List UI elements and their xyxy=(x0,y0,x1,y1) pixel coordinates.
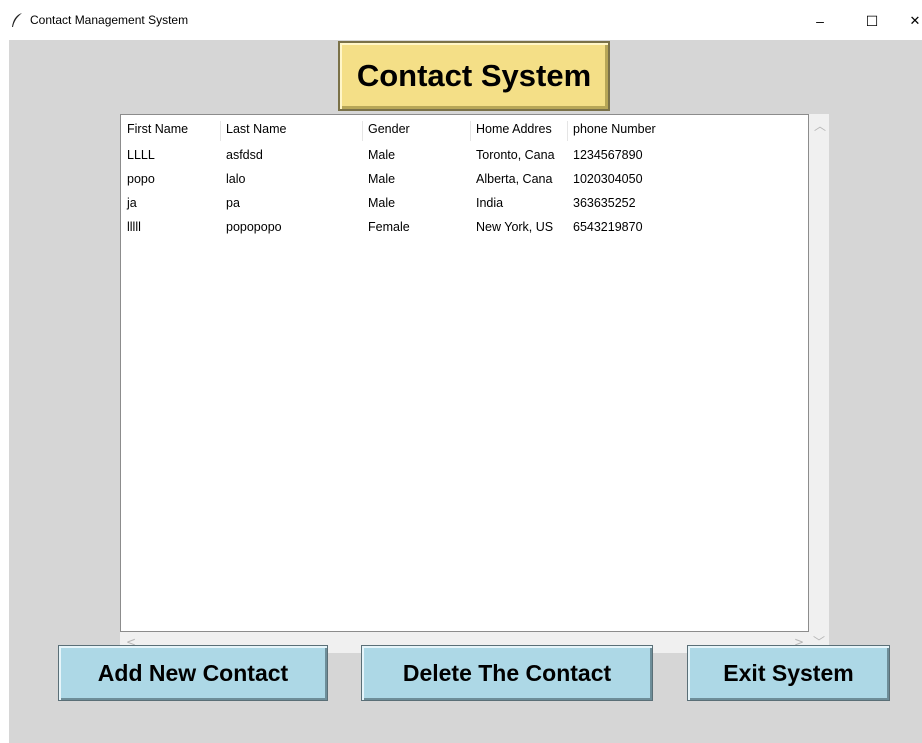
cell-first-name: LLLL xyxy=(127,148,155,162)
cell-phone-number: 1234567890 xyxy=(573,148,643,162)
column-header-first-name[interactable]: First Name xyxy=(121,122,220,140)
cell-phone-number: 6543219870 xyxy=(573,220,643,234)
minimize-button[interactable]: – xyxy=(805,8,835,34)
scroll-up-icon[interactable]: ︿ xyxy=(814,120,826,132)
cell-phone-number: 1020304050 xyxy=(573,172,643,186)
main-window: Contact System First Name Last Name Gend… xyxy=(9,40,922,743)
maximize-icon: ☐ xyxy=(865,12,879,29)
maximize-button[interactable]: ☐ xyxy=(857,8,887,34)
cell-home-address: Alberta, Cana xyxy=(476,172,553,186)
add-new-contact-button[interactable]: Add New Contact xyxy=(58,645,328,701)
vertical-scrollbar[interactable]: ︿ xyxy=(809,114,829,632)
column-header-phone-number[interactable]: phone Number xyxy=(567,122,717,140)
cell-home-address: New York, US xyxy=(476,220,554,234)
cell-gender: Female xyxy=(368,220,410,234)
cell-gender: Male xyxy=(368,172,396,186)
page-title: Contact System xyxy=(338,41,610,111)
cell-first-name: popo xyxy=(127,172,155,186)
table-row[interactable]: LLLL asfdsd Male Toronto, Cana 123456789… xyxy=(121,143,808,167)
cell-last-name: asfdsd xyxy=(226,148,263,162)
table-header: First Name Last Name Gender Home Addres … xyxy=(121,119,808,141)
table-row[interactable]: lllll popopopo Female New York, US 65432… xyxy=(121,215,808,239)
cell-gender: Male xyxy=(368,196,396,210)
minimize-icon: – xyxy=(816,13,824,29)
window-title: Contact Management System xyxy=(30,13,189,27)
close-button[interactable]: ✕ xyxy=(900,8,922,34)
table-row[interactable]: ja pa Male India 363635252 xyxy=(121,191,808,215)
column-header-gender[interactable]: Gender xyxy=(362,122,470,140)
exit-system-button[interactable]: Exit System xyxy=(687,645,890,701)
cell-gender: Male xyxy=(368,148,396,162)
cell-first-name: ja xyxy=(127,196,137,210)
cell-home-address: Toronto, Cana xyxy=(476,148,555,162)
title-bar: Contact Management System – ☐ ✕ xyxy=(0,0,922,40)
column-header-last-name[interactable]: Last Name xyxy=(220,122,362,140)
cell-last-name: pa xyxy=(226,196,240,210)
close-icon: ✕ xyxy=(909,13,921,28)
cell-last-name: lalo xyxy=(226,172,246,186)
feather-icon xyxy=(12,13,22,27)
contacts-table[interactable]: First Name Last Name Gender Home Addres … xyxy=(120,114,809,632)
delete-contact-button[interactable]: Delete The Contact xyxy=(361,645,653,701)
table-row[interactable]: popo lalo Male Alberta, Cana 1020304050 xyxy=(121,167,808,191)
cell-last-name: popopopo xyxy=(226,220,282,234)
column-header-home-address[interactable]: Home Addres xyxy=(470,122,567,140)
cell-home-address: India xyxy=(476,196,504,210)
cell-phone-number: 363635252 xyxy=(573,196,636,210)
cell-first-name: lllll xyxy=(127,220,141,234)
